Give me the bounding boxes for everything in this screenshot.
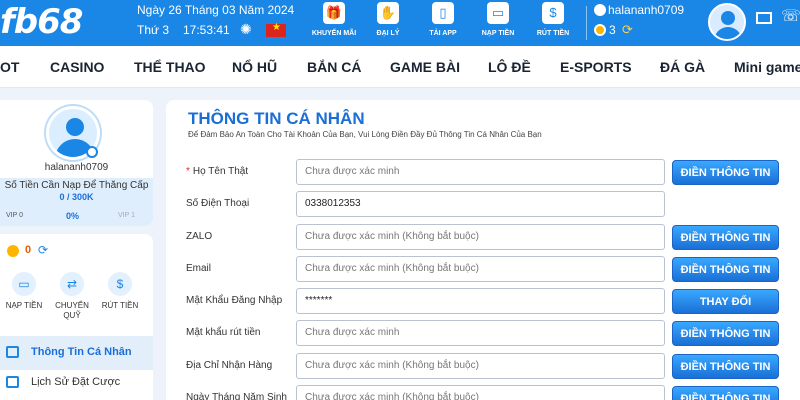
nav-item-slots[interactable]: NỔ HŨ — [232, 59, 277, 75]
row-phone: Số Điện Thoại 0338012353 — [166, 191, 800, 217]
user-icon — [594, 4, 606, 16]
full-name-field[interactable]: Chưa được xác minh — [296, 159, 665, 185]
site-logo[interactable]: fb68 — [0, 2, 92, 42]
email-label: Email — [186, 263, 212, 274]
login-password-label: Mật Khẩu Đăng Nhập — [186, 295, 283, 306]
sun-icon: ✺ — [240, 21, 252, 37]
page-title: THÔNG TIN CÁ NHÂN — [188, 109, 365, 128]
fill-withdraw-password-button[interactable]: ĐIỀN THÔNG TIN — [672, 321, 779, 346]
coin-icon — [7, 245, 19, 257]
vip-current-level: VIP 0 — [6, 212, 23, 219]
row-zalo: ZALO Chưa được xác minh (Không bắt buộc)… — [166, 224, 800, 250]
deposit-requirement-label: Số Tiền Cần Nạp Để Thăng Cấp — [4, 180, 149, 191]
deposit-button[interactable]: ▭ NẠP TIỀN — [468, 2, 528, 42]
withdraw-password-label: Mật khẩu rút tiền — [186, 327, 261, 338]
row-birthdate: Ngày Tháng Năm Sinh Chưa được xác minh (… — [166, 385, 800, 400]
phone-label: Số Điện Thoại — [186, 198, 250, 209]
nav-item-lottery[interactable]: LÔ ĐỀ — [488, 59, 531, 75]
sidebar-balance: 0 — [25, 244, 32, 256]
nav-item-sports[interactable]: THỂ THAO — [134, 59, 206, 75]
nav-item-cockfight[interactable]: ĐÁ GÀ — [660, 59, 705, 75]
download-app-button[interactable]: ▯ TẢI APP — [413, 2, 473, 42]
shipping-address-label: Địa Chỉ Nhận Hàng — [186, 360, 273, 371]
fill-birthdate-button[interactable]: ĐIỀN THÔNG TIN — [672, 386, 779, 400]
phone-icon[interactable]: ☏ — [781, 9, 800, 25]
login-password-field[interactable]: ******* — [296, 288, 665, 314]
refresh-icon[interactable]: ⟳ — [622, 22, 633, 38]
row-email: Email Chưa được xác minh (Không bắt buộc… — [166, 256, 800, 282]
current-date: Ngày 26 Tháng 03 Năm 2024 — [137, 3, 295, 17]
sidebar-withdraw-button[interactable]: $ RÚT TIỀN — [98, 272, 142, 311]
money-bag-icon: $ — [542, 2, 564, 24]
nav-item-esports[interactable]: E-SPORTS — [560, 59, 632, 75]
weekday: Thứ 3 — [137, 23, 170, 37]
row-full-name: * Họ Tên Thật Chưa được xác minh ĐIỀN THÔ… — [166, 159, 800, 185]
gift-icon: 🎁 — [323, 2, 345, 24]
nav-item-card-games[interactable]: GAME BÀI — [390, 59, 460, 75]
wallet-icon: ▭ — [487, 2, 509, 24]
fill-full-name-button[interactable]: ĐIỀN THÔNG TIN — [672, 160, 779, 185]
vip-next-level: VIP 1 — [118, 212, 135, 219]
change-password-button[interactable]: THAY ĐỔI — [672, 289, 779, 314]
fill-email-button[interactable]: ĐIỀN THÔNG TIN — [672, 257, 779, 282]
account-sidebar: halananh0709 Số Tiền Cần Nạp Để Thăng Cấ… — [0, 100, 153, 400]
header-divider — [586, 6, 587, 40]
phone-field[interactable]: 0338012353 — [296, 191, 665, 217]
agent-button[interactable]: ✋ ĐẠI LÝ — [358, 2, 418, 42]
zalo-field[interactable]: Chưa được xác minh (Không bắt buộc) — [296, 224, 665, 250]
nav-item-mini-game[interactable]: Mini game — [734, 59, 800, 75]
mail-icon[interactable] — [756, 12, 772, 24]
money-bag-icon: $ — [108, 272, 132, 296]
nav-item-hot[interactable]: OT — [0, 59, 19, 75]
personal-info-panel: THÔNG TIN CÁ NHÂN Để Đảm Bảo An Toàn Cho… — [166, 100, 800, 400]
row-shipping-address: Địa Chỉ Nhận Hàng Chưa được xác minh (Kh… — [166, 353, 800, 379]
vietnam-flag-icon[interactable]: ★ — [266, 22, 286, 37]
row-login-password: Mật Khẩu Đăng Nhập ******* THAY ĐỔI — [166, 288, 800, 314]
sidebar-deposit-button[interactable]: ▭ NẠP TIỀN — [2, 272, 46, 311]
fill-zalo-button[interactable]: ĐIỀN THÔNG TIN — [672, 225, 779, 250]
shipping-address-field[interactable]: Chưa được xác minh (Không bắt buộc) — [296, 353, 665, 379]
sidebar-transfer-button[interactable]: ⇄ CHUYỂN QUỸ — [50, 272, 94, 321]
nav-item-casino[interactable]: CASINO — [50, 59, 104, 75]
top-header: fb68 Ngày 26 Tháng 03 Năm 2024 Thứ 3 17:… — [0, 0, 800, 46]
wallet-card: 0 ⟳ ▭ NẠP TIỀN ⇄ CHUYỂN QUỸ $ RÚT TIỀN T… — [0, 234, 153, 400]
email-field[interactable]: Chưa được xác minh (Không bắt buộc) — [296, 256, 665, 282]
sidebar-item-bet-history[interactable]: Lịch Sử Đặt Cược — [6, 376, 120, 389]
id-card-icon — [6, 346, 19, 359]
birthdate-label: Ngày Tháng Năm Sinh — [186, 392, 287, 400]
sidebar-item-personal-info[interactable]: Thông Tin Cá Nhân — [6, 346, 132, 359]
withdraw-password-field[interactable]: Chưa được xác minh — [296, 320, 665, 346]
vip-progress: 0% — [66, 211, 80, 221]
header-balance: 3 — [609, 23, 616, 37]
sidebar-username: halananh0709 — [44, 162, 109, 173]
handshake-icon: ✋ — [377, 2, 399, 24]
mobile-icon: ▯ — [432, 2, 454, 24]
main-nav: OT CASINO THỂ THAO NỔ HŨ BẮN CÁ GAME BÀI… — [0, 46, 800, 88]
deposit-requirement-value: 0 / 300K — [59, 192, 94, 202]
current-time: 17:53:41 — [183, 23, 230, 37]
row-withdraw-password: Mật khẩu rút tiền Chưa được xác minh ĐIỀ… — [166, 320, 800, 346]
coin-icon — [594, 24, 606, 36]
page-subtitle: Để Đảm Bảo An Toàn Cho Tài Khoản Của Bạn… — [188, 130, 542, 139]
transfer-icon: ⇄ — [60, 272, 84, 296]
withdraw-button[interactable]: $ RÚT TIỀN — [523, 2, 583, 42]
profile-card: halananh0709 Số Tiền Cần Nạp Để Thăng Cấ… — [0, 100, 153, 226]
header-username: halananh0709 — [608, 3, 685, 17]
zalo-label: ZALO — [186, 231, 213, 242]
full-name-label: Họ Tên Thật — [192, 166, 249, 177]
header-avatar[interactable] — [708, 3, 746, 41]
history-icon — [6, 376, 19, 389]
edit-avatar-icon[interactable] — [86, 146, 98, 158]
required-marker: * — [186, 166, 190, 177]
fill-shipping-address-button[interactable]: ĐIỀN THÔNG TIN — [672, 354, 779, 379]
wallet-icon: ▭ — [12, 272, 36, 296]
nav-item-fishing[interactable]: BẮN CÁ — [307, 59, 361, 75]
refresh-icon[interactable]: ⟳ — [38, 243, 48, 257]
birthdate-field[interactable]: Chưa được xác minh (Không bắt buộc) — [296, 385, 665, 400]
promotion-button[interactable]: 🎁 KHUYẾN MÃI — [304, 2, 364, 42]
